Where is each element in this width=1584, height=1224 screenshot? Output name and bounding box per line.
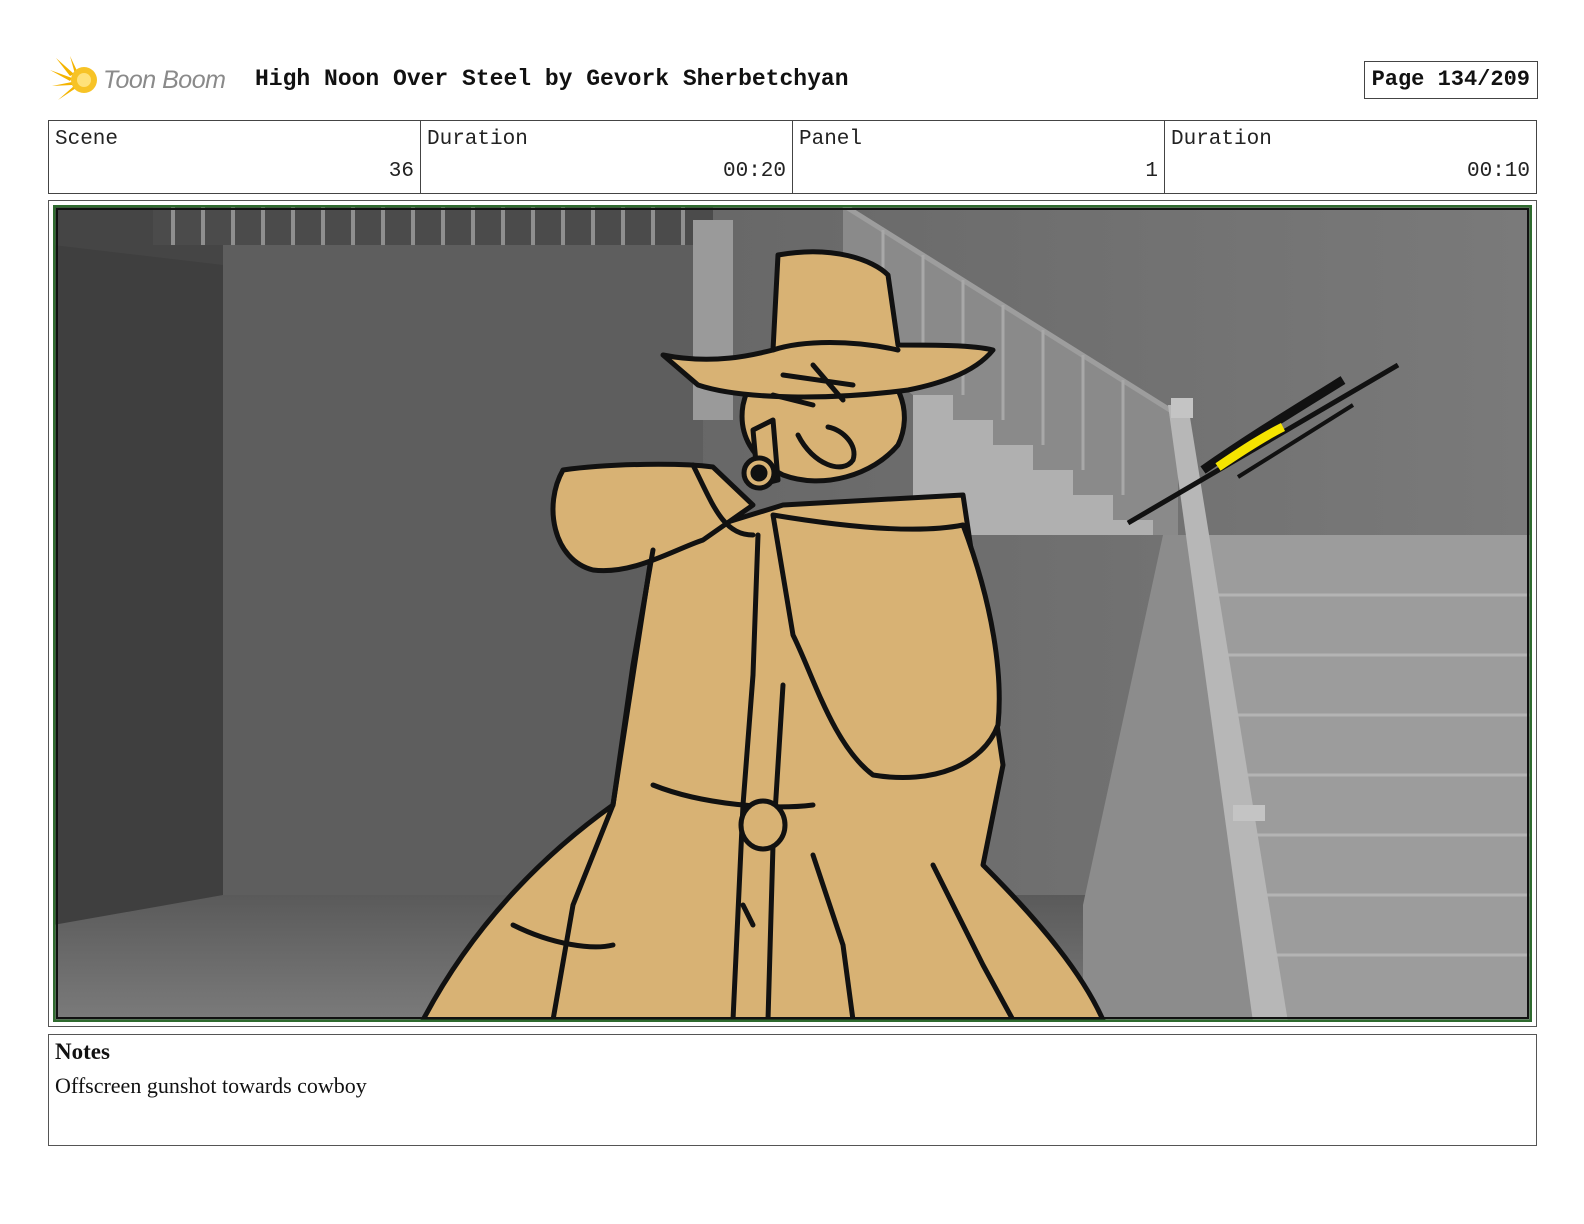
panel-duration-label: Duration	[1171, 128, 1272, 151]
scene-cell: Scene 36	[49, 121, 421, 193]
toon-boom-logo: Toon Boom	[50, 54, 240, 104]
notes-section: Notes Offscreen gunshot towards cowboy	[48, 1034, 1537, 1146]
panel-cell: Panel 1	[793, 121, 1165, 193]
storyboard-panel-frame	[48, 200, 1537, 1027]
notes-body: Offscreen gunshot towards cowboy	[55, 1073, 367, 1098]
scene-label: Scene	[55, 128, 119, 151]
starburst-icon	[50, 56, 97, 100]
notes-title: Notes	[55, 1039, 110, 1064]
scene-duration-value: 00:20	[722, 160, 786, 183]
scene-duration-label: Duration	[427, 128, 528, 151]
panel-value: 1	[1145, 160, 1158, 183]
document-title: High Noon Over Steel by Gevork Sherbetch…	[255, 66, 849, 92]
page-number: Page 134/209	[1363, 61, 1538, 99]
storyboard-drawing	[53, 205, 1532, 1022]
logo-text: Toon Boom	[103, 66, 226, 94]
panel-duration-value: 00:10	[1466, 160, 1530, 183]
scene-value: 36	[388, 160, 414, 183]
scene-duration-cell: Duration 00:20	[421, 121, 793, 193]
panel-duration-cell: Duration 00:10	[1165, 121, 1536, 193]
panel-label: Panel	[799, 128, 863, 151]
page-header: Toon Boom High Noon Over Steel by Gevork…	[50, 54, 1538, 104]
panel-info-table: Scene 36 Duration 00:20 Panel 1 Duration…	[48, 120, 1537, 194]
